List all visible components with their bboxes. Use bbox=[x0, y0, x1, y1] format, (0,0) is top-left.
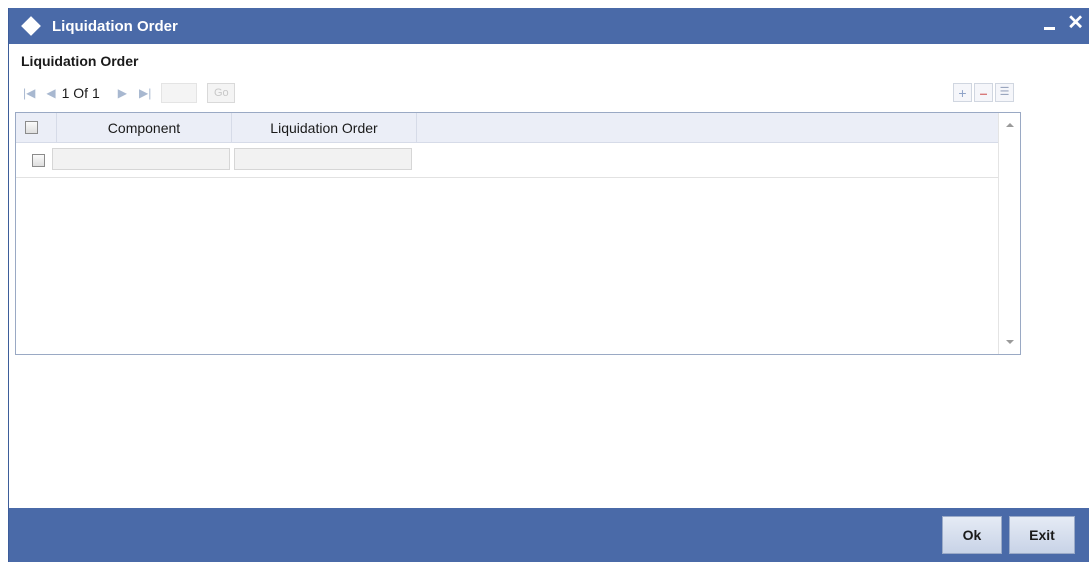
component-field[interactable] bbox=[52, 148, 230, 170]
column-header-liquidation-order[interactable]: Liquidation Order bbox=[231, 113, 417, 143]
scroll-down-icon[interactable] bbox=[1006, 340, 1014, 344]
delete-row-icon[interactable]: – bbox=[974, 83, 993, 102]
table-row bbox=[16, 144, 999, 178]
last-page-icon[interactable]: ▶| bbox=[139, 86, 151, 100]
add-row-icon[interactable]: + bbox=[953, 83, 972, 102]
column-header-component[interactable]: Component bbox=[56, 113, 231, 143]
exit-button[interactable]: Exit bbox=[1009, 516, 1075, 554]
footer-bar: Ok Exit bbox=[9, 508, 1089, 562]
ok-button[interactable]: Ok bbox=[942, 516, 1002, 554]
single-view-icon[interactable]: ☰ bbox=[995, 83, 1014, 102]
vertical-scrollbar[interactable] bbox=[998, 113, 1020, 354]
diamond-icon bbox=[21, 16, 41, 36]
liquidation-order-grid: Component Liquidation Order bbox=[15, 112, 1021, 355]
select-all-checkbox[interactable] bbox=[25, 121, 38, 134]
grid-toolbar: + – ☰ bbox=[953, 83, 1014, 102]
minimize-icon[interactable] bbox=[1044, 18, 1058, 32]
section-title: Liquidation Order bbox=[21, 53, 139, 69]
page-indicator: 1 Of 1 bbox=[61, 85, 100, 101]
row-checkbox[interactable] bbox=[32, 154, 45, 167]
prev-page-icon[interactable]: ◀ bbox=[46, 86, 55, 100]
title-bar[interactable]: Liquidation Order ✕ bbox=[9, 8, 1089, 44]
pagination-bar: |◀ ◀ 1 Of 1 ▶ ▶| Go bbox=[21, 82, 236, 104]
grid-header: Component Liquidation Order bbox=[16, 113, 999, 143]
close-icon[interactable]: ✕ bbox=[1067, 12, 1084, 34]
liquidation-order-field[interactable] bbox=[234, 148, 412, 170]
page-number-input[interactable] bbox=[161, 83, 198, 103]
go-button[interactable]: Go bbox=[207, 83, 236, 103]
window-title: Liquidation Order bbox=[52, 17, 178, 35]
next-page-icon[interactable]: ▶ bbox=[118, 86, 127, 100]
scroll-up-icon[interactable] bbox=[1006, 123, 1014, 127]
liquidation-order-window: Liquidation Order ✕ Liquidation Order |◀… bbox=[8, 8, 1089, 562]
first-page-icon[interactable]: |◀ bbox=[23, 86, 35, 100]
